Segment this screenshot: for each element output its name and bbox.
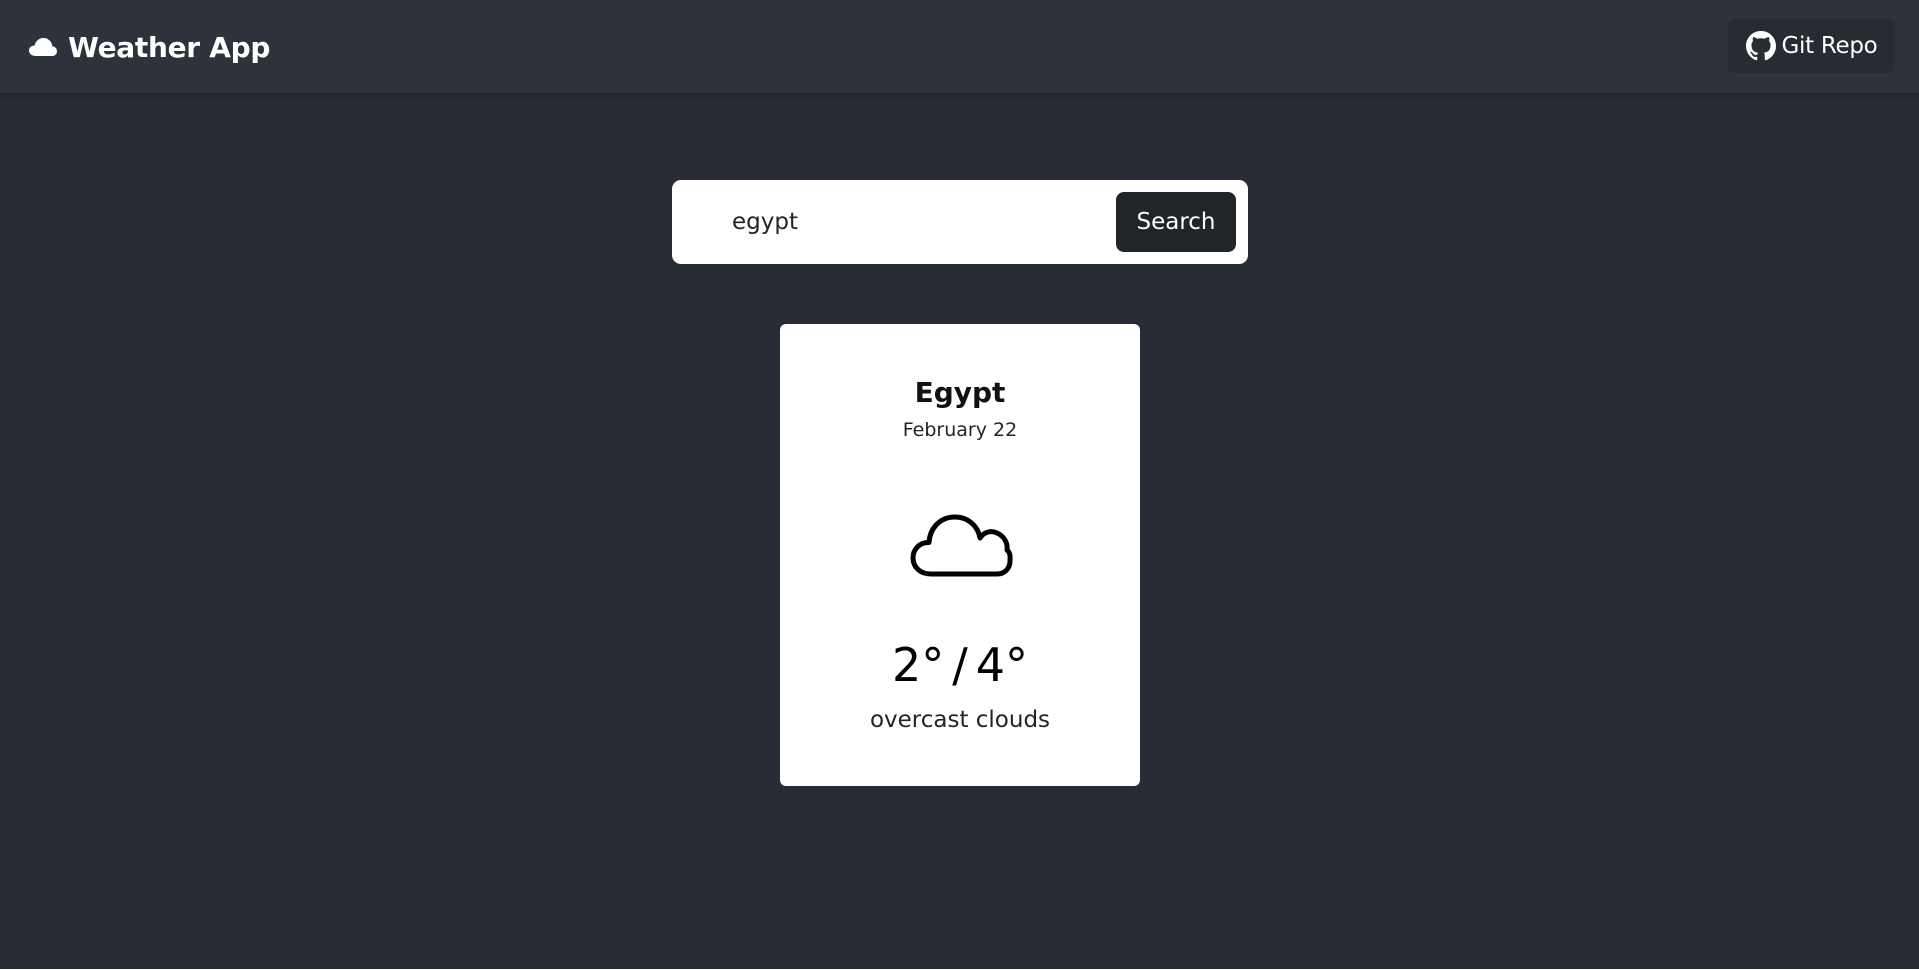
- search-form: Search: [672, 180, 1248, 264]
- cloud-outline-icon: [909, 504, 1013, 578]
- cloud-icon: [29, 38, 57, 56]
- app-title: Weather App: [68, 30, 271, 64]
- search-input[interactable]: [732, 194, 1177, 250]
- weather-card: Egypt February 22 2° / 4° overcast cloud…: [780, 324, 1140, 786]
- temp-max: 4°: [975, 638, 1029, 692]
- forecast-date: February 22: [902, 419, 1018, 441]
- weather-description: overcast clouds: [869, 707, 1051, 733]
- git-repo-label: Git Repo: [1781, 33, 1878, 59]
- temp-separator: /: [952, 638, 968, 692]
- temperature-range: 2° / 4°: [780, 638, 1140, 692]
- brand-link[interactable]: Weather App: [28, 26, 270, 68]
- navbar: Weather App Git Repo: [0, 0, 1919, 93]
- app-root: Weather App Git Repo Search Egypt Februa…: [0, 0, 1919, 969]
- temp-min: 2°: [891, 638, 945, 692]
- git-repo-button[interactable]: Git Repo: [1728, 19, 1895, 73]
- github-icon: [1745, 31, 1776, 61]
- search-button[interactable]: Search: [1116, 192, 1236, 252]
- city-name: Egypt: [914, 376, 1006, 409]
